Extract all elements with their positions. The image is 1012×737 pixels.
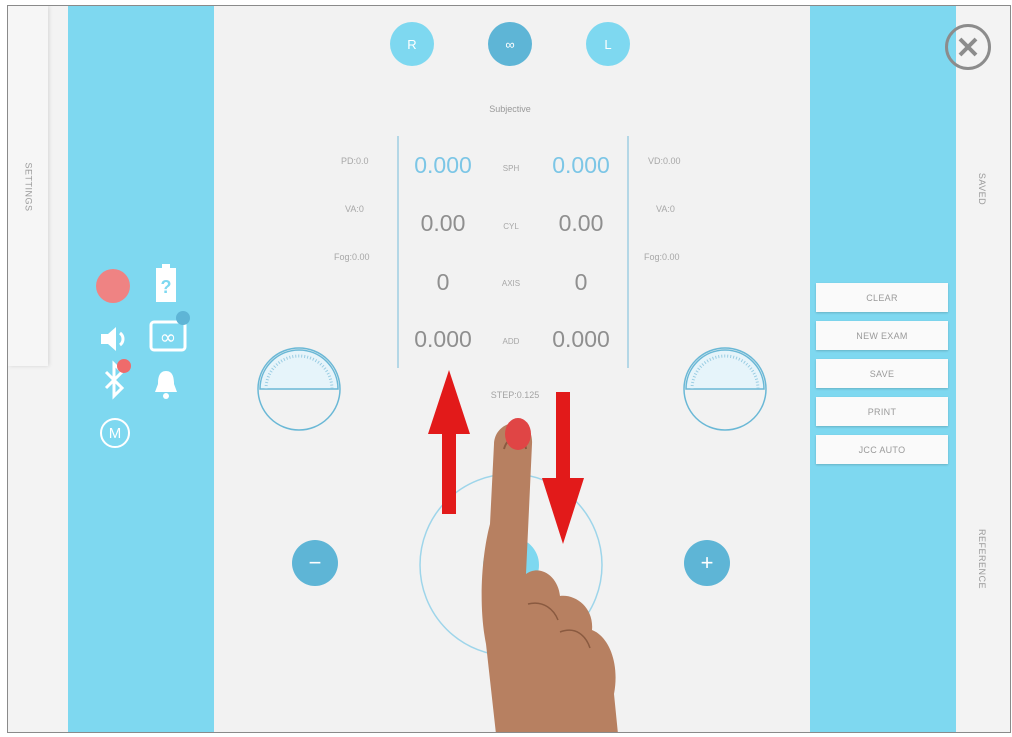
axis-dial-left-icon[interactable] [682, 346, 768, 432]
clear-button[interactable]: CLEAR [816, 283, 948, 312]
pointing-hand-image [481, 418, 618, 732]
binocular-mode-icon[interactable]: ∞ [148, 308, 192, 354]
va-left-label: VA:0 [345, 204, 364, 214]
add-right-value[interactable]: 0.000 [403, 326, 483, 353]
left-status-panel [68, 6, 214, 732]
va-right-label: VA:0 [656, 204, 675, 214]
bell-icon[interactable] [152, 368, 180, 400]
sph-label: SPH [502, 164, 520, 173]
cyl-left-value[interactable]: 0.00 [541, 210, 621, 237]
left-divider [397, 136, 399, 368]
sph-left-value[interactable]: 0.000 [541, 152, 621, 179]
decrease-button[interactable]: − [292, 540, 338, 586]
cyl-label: CYL [503, 222, 519, 231]
fog-right-label: Fog:0.00 [644, 252, 680, 262]
axis-right-value[interactable]: 0 [403, 269, 483, 296]
manual-mode-icon[interactable]: M [100, 418, 130, 448]
sph-right-value[interactable]: 0.000 [403, 152, 483, 179]
increase-button[interactable]: + [684, 540, 730, 586]
close-button[interactable] [945, 24, 991, 70]
bluetooth-icon[interactable] [98, 358, 132, 402]
pd-label: PD:0.0 [341, 156, 369, 166]
app-window: SETTINGS SAVED REFERENCE R ∞ L Subjectiv… [7, 5, 1011, 733]
right-divider [627, 136, 629, 368]
settings-tab[interactable]: SETTINGS [8, 6, 48, 366]
step-label: STEP:0.125 [490, 390, 540, 400]
right-eye-button[interactable]: R [390, 22, 434, 66]
add-left-value[interactable]: 0.000 [541, 326, 621, 353]
print-button[interactable]: PRINT [816, 397, 948, 426]
axis-left-value[interactable]: 0 [541, 269, 621, 296]
cyl-right-value[interactable]: 0.00 [403, 210, 483, 237]
both-eyes-button[interactable]: ∞ [488, 22, 532, 66]
reference-tab[interactable]: REFERENCE [977, 529, 987, 589]
new-exam-button[interactable]: NEW EXAM [816, 321, 948, 350]
fog-left-label: Fog:0.00 [334, 252, 370, 262]
exam-mode-label: Subjective [489, 104, 531, 114]
jcc-auto-button[interactable]: JCC AUTO [816, 435, 948, 464]
right-edge-tabs: SAVED REFERENCE [958, 6, 1010, 732]
svg-text:?: ? [161, 277, 172, 297]
svg-text:∞: ∞ [160, 325, 177, 349]
vd-label: VD:0.00 [648, 156, 681, 166]
left-eye-button[interactable]: L [586, 22, 630, 66]
battery-unknown-icon: ? [156, 264, 176, 302]
saved-tab[interactable]: SAVED [977, 173, 987, 205]
add-label: ADD [502, 337, 520, 346]
speaker-icon[interactable] [98, 324, 132, 354]
axis-label: AXIS [501, 279, 521, 288]
close-icon [958, 37, 978, 57]
record-icon[interactable] [96, 269, 130, 303]
save-button[interactable]: SAVE [816, 359, 948, 388]
axis-dial-right-icon[interactable] [256, 346, 342, 432]
settings-tab-label: SETTINGS [23, 162, 34, 212]
